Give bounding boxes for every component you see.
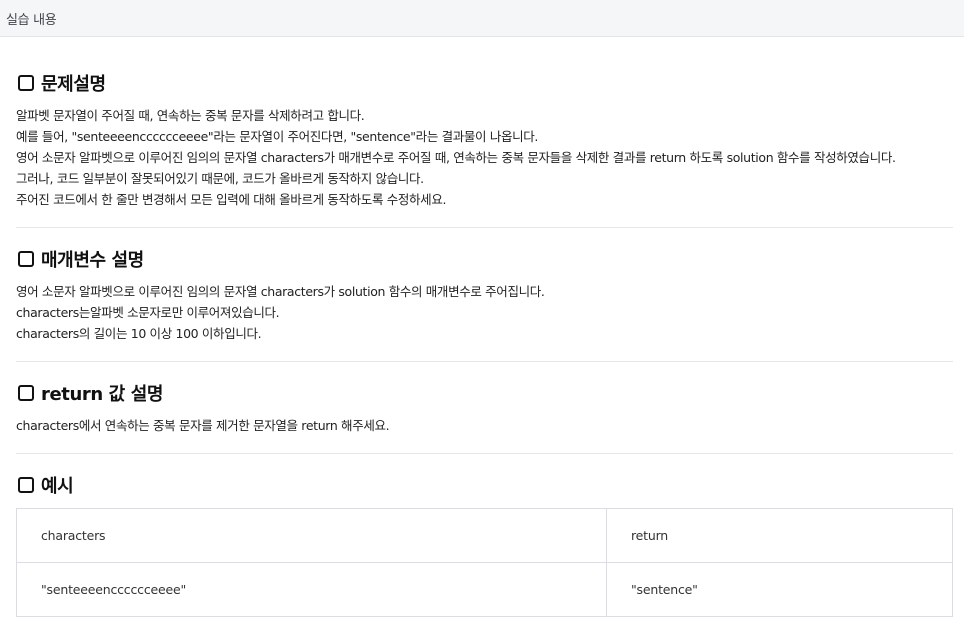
checkbox-icon — [18, 477, 34, 493]
text-line: 영어 소문자 알파벳으로 이루어진 임의의 문자열 characters가 매개… — [16, 150, 896, 165]
checkbox-icon — [18, 385, 34, 401]
text-line: 영어 소문자 알파벳으로 이루어진 임의의 문자열 characters가 so… — [16, 284, 545, 299]
section-heading-text: 문제설명 — [41, 74, 106, 95]
section-heading-text: 매개변수 설명 — [41, 250, 144, 271]
table-header-cell: return — [606, 508, 953, 563]
problem-description: 알파벳 문자열이 주어질 때, 연속하는 중복 문자를 삭제하려고 합니다. 예… — [16, 105, 896, 210]
table-header-cell: characters — [16, 508, 607, 563]
top-bar: 실습 내용 — [0, 0, 964, 37]
section-heading-text: 예시 — [41, 476, 74, 497]
section-heading-text: return 값 설명 — [41, 384, 164, 405]
example-table: characters return "senteeeencccccceeee" … — [16, 508, 953, 617]
text-line: 예를 들어, "senteeeencccccceeee"라는 문자열이 주어진다… — [16, 129, 539, 144]
divider — [16, 453, 953, 454]
checkbox-icon — [18, 75, 34, 91]
text-line: 그러나, 코드 일부분이 잘못되어있기 때문에, 코드가 올바르게 동작하지 않… — [16, 171, 424, 186]
table-cell: "sentence" — [606, 562, 953, 617]
divider — [16, 227, 953, 228]
checkbox-icon — [18, 251, 34, 267]
text-line: characters는알파벳 소문자로만 이루어져있습니다. — [16, 305, 280, 320]
return-description: characters에서 연속하는 중복 문자를 제거한 문자열을 return… — [16, 415, 390, 436]
divider — [16, 361, 953, 362]
section-heading-problem: 문제설명 — [16, 71, 106, 95]
table-row: "senteeeencccccceeee" "sentence" — [16, 562, 953, 617]
text-line: characters의 길이는 10 이상 100 이하입니다. — [16, 326, 262, 341]
text-line: characters에서 연속하는 중복 문자를 제거한 문자열을 return… — [16, 418, 390, 433]
section-heading-return: return 값 설명 — [16, 381, 163, 405]
table-header-row: characters return — [16, 508, 953, 563]
text-line: 주어진 코드에서 한 줄만 변경해서 모든 입력에 대해 올바르게 동작하도록 … — [16, 192, 447, 207]
text-line: 알파벳 문자열이 주어질 때, 연속하는 중복 문자를 삭제하려고 합니다. — [16, 108, 365, 123]
section-heading-params: 매개변수 설명 — [16, 247, 144, 271]
section-heading-example: 예시 — [16, 473, 74, 497]
page-title: 실습 내용 — [6, 13, 57, 28]
params-description: 영어 소문자 알파벳으로 이루어진 임의의 문자열 characters가 so… — [16, 281, 545, 344]
table-cell: "senteeeencccccceeee" — [16, 562, 607, 617]
